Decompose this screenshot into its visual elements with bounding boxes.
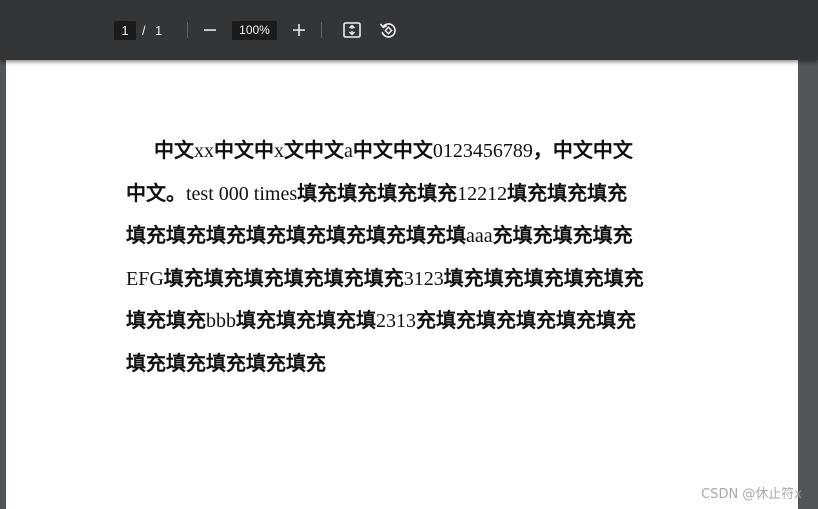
viewer-scrollbar-area[interactable] bbox=[798, 60, 818, 509]
zoom-in-button[interactable] bbox=[287, 18, 311, 42]
text-run: test 000 times bbox=[186, 182, 298, 205]
text-run: 文中文 bbox=[284, 140, 344, 162]
text-run: 12212 bbox=[457, 182, 508, 205]
text-run: a bbox=[344, 140, 353, 162]
rotate-icon bbox=[379, 23, 396, 38]
fit-page-icon bbox=[343, 22, 361, 38]
toolbar-divider bbox=[187, 22, 188, 38]
text-run: 填充填充填充填充填充 bbox=[443, 267, 644, 290]
text-run: 填充填充填充填 bbox=[236, 310, 376, 332]
page-separator: / bbox=[142, 23, 146, 38]
text-run: 填充填充 bbox=[126, 310, 206, 332]
pdf-page: 中文xx中文中x文中文a中文中文0123456789，中文中文 中文。test 0… bbox=[6, 60, 798, 509]
minus-icon bbox=[204, 29, 216, 31]
text-run: x bbox=[274, 140, 284, 162]
text-run: 充填充填充填充 bbox=[492, 225, 633, 247]
text-run: 3123 bbox=[403, 267, 444, 290]
text-run: ，中文中文 bbox=[532, 140, 633, 162]
text-line: EFG填充填充填充填充填充填充3123填充填充填充填充填充 bbox=[126, 258, 678, 301]
text-line: 中文。test 000 times填充填充填充填充12212填充填充填充 bbox=[126, 173, 678, 216]
total-pages: 1 bbox=[155, 23, 163, 38]
watermark: CSDN @休止符x bbox=[701, 487, 802, 502]
fit-to-page-button[interactable] bbox=[340, 18, 364, 42]
text-run: 填充填充填充填充填充 bbox=[126, 352, 326, 375]
text-run: 中文中 bbox=[214, 140, 274, 162]
text-run: 0123456789 bbox=[432, 140, 533, 162]
text-run: 中文 bbox=[154, 140, 194, 162]
text-line: 填充填充填充填充填充填充填充填充填aaa充填充填充填充 bbox=[126, 215, 678, 258]
text-run: 填充填充填充填充填充填充 bbox=[163, 267, 404, 290]
text-run: 中文中文 bbox=[352, 140, 433, 162]
plus-icon bbox=[293, 24, 305, 36]
text-line: 填充填充填充填充填充 bbox=[126, 343, 678, 386]
text-run: 填充填充填充 bbox=[507, 182, 628, 205]
text-run: EFG bbox=[126, 267, 164, 290]
text-run: 2313 bbox=[376, 310, 416, 332]
pdf-toolbar: 1 / 1 100% bbox=[0, 0, 818, 60]
zoom-level-input[interactable]: 100% bbox=[232, 21, 277, 40]
zoom-out-button[interactable] bbox=[198, 18, 222, 42]
text-line: 中文xx中文中x文中文a中文中文0123456789，中文中文 bbox=[126, 130, 678, 173]
text-run: 中文。 bbox=[126, 182, 186, 205]
document-body-text: 中文xx中文中x文中文a中文中文0123456789，中文中文 中文。test 0… bbox=[126, 130, 678, 385]
text-run: 填充填充填充填充填充填充填充填充填 bbox=[126, 225, 466, 247]
text-run: xx bbox=[194, 140, 214, 162]
text-run: bbb bbox=[206, 310, 236, 332]
rotate-button[interactable] bbox=[376, 18, 400, 42]
text-run: 填充填充填充填充 bbox=[297, 182, 458, 205]
text-line: 填充填充bbb填充填充填充填2313充填充填充填充填充填充 bbox=[126, 300, 678, 343]
text-run: 充填充填充填充填充填充 bbox=[416, 310, 636, 332]
toolbar-divider bbox=[321, 22, 322, 38]
current-page-input[interactable]: 1 bbox=[114, 21, 136, 40]
text-run: aaa bbox=[466, 225, 493, 247]
